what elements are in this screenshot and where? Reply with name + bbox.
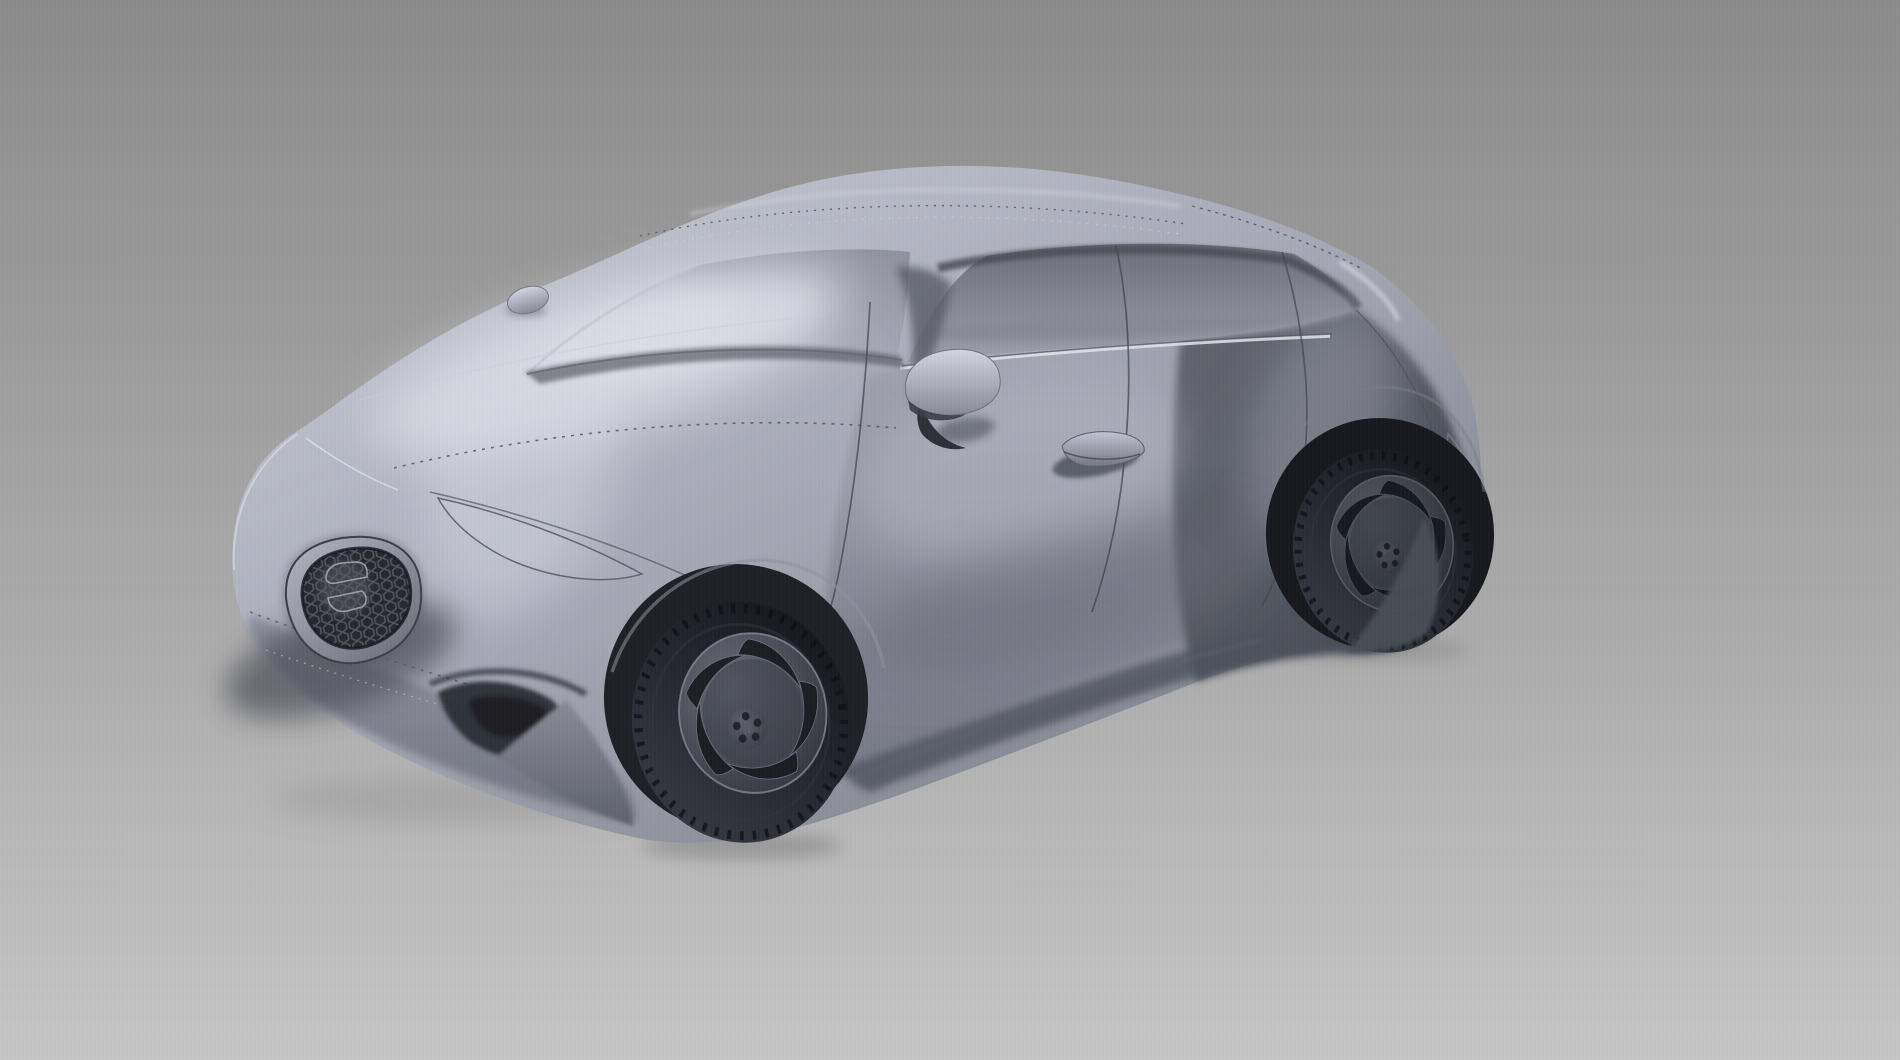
front-grille <box>286 537 421 663</box>
render-viewport[interactable] <box>0 0 1900 1060</box>
